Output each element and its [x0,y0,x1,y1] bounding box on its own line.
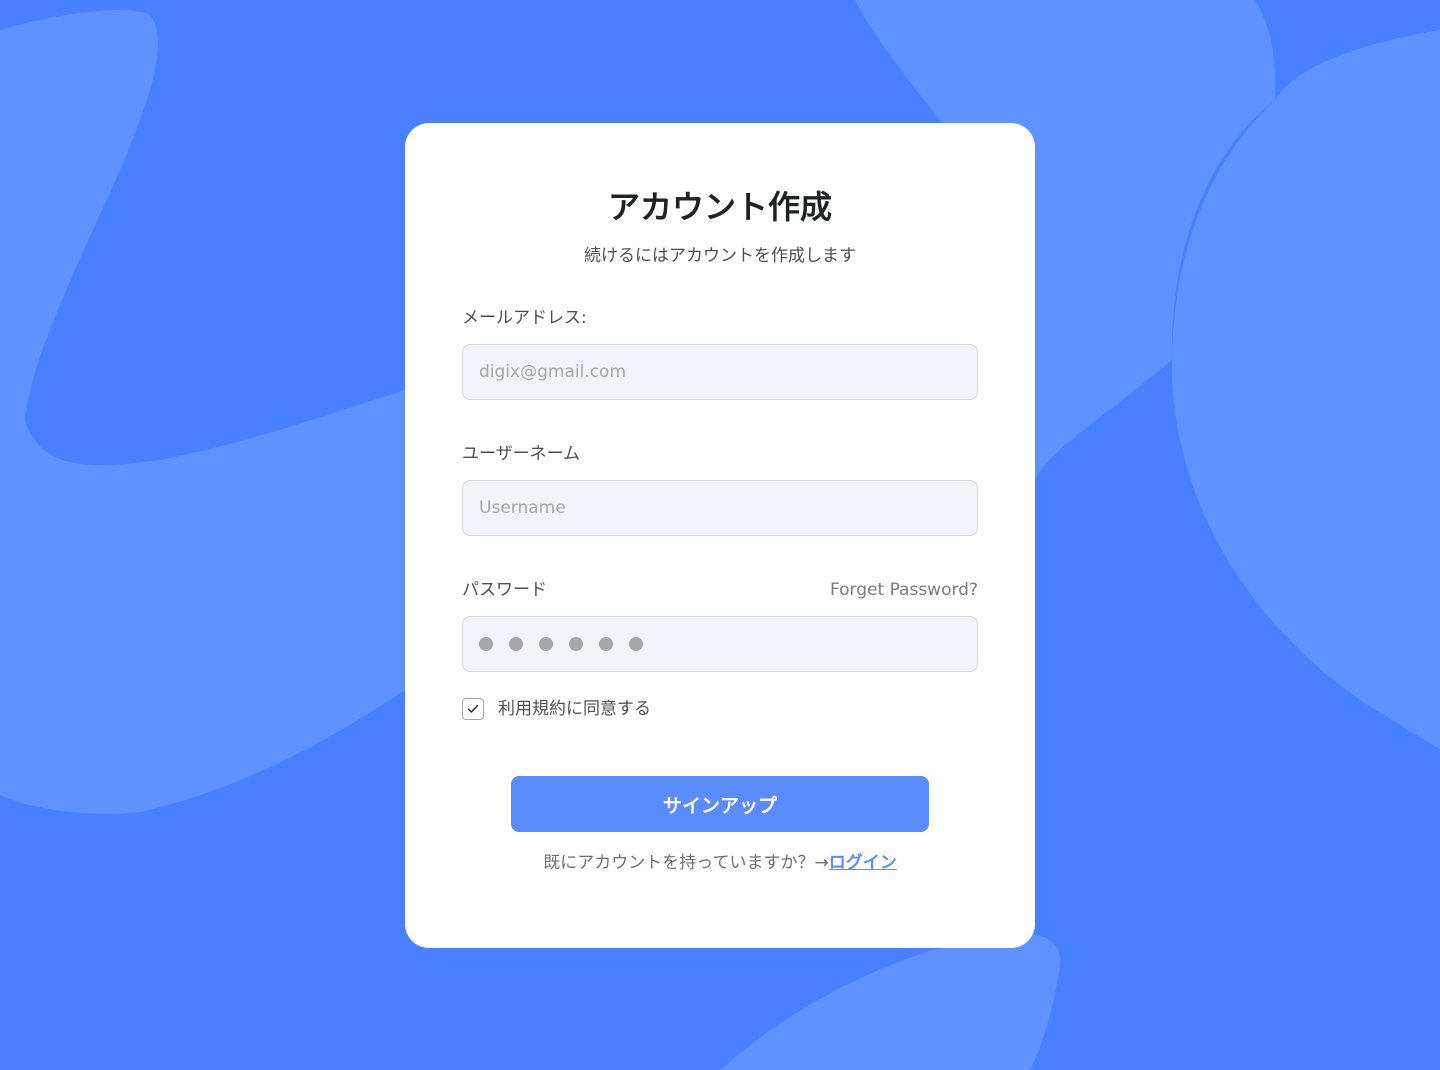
check-icon [467,704,479,713]
signup-button[interactable]: サインアップ [511,776,929,832]
background-shape-bottom [720,933,1061,1070]
email-input[interactable] [462,344,978,400]
terms-checkbox[interactable] [462,698,484,720]
signup-card: アカウント作成 続けるにはアカウントを作成します メールアドレス: ユーザーネー… [405,123,1035,948]
username-input[interactable] [462,480,978,536]
forgot-password-link[interactable]: Forget Password? [830,577,978,603]
dot-icon [509,637,523,651]
login-prompt-text: 既にアカウントを持っていますか？→ [543,853,829,873]
dot-icon [629,637,643,651]
background-shape-left [0,10,405,814]
username-label: ユーザーネーム [462,444,581,464]
dot-icon [599,637,613,651]
terms-row: 利用規約に同意する [462,697,651,721]
dot-icon [479,637,493,651]
password-input[interactable] [462,616,978,672]
page-subtitle: 続けるにはアカウントを作成します [584,246,856,266]
login-link[interactable]: ログイン [829,853,897,873]
terms-label: 利用規約に同意する [498,699,651,719]
page-title: アカウント作成 [607,188,832,226]
password-label: パスワード [462,580,547,600]
login-prompt: 既にアカウントを持っていますか？→ログイン [405,850,1035,876]
dot-icon [539,637,553,651]
email-label: メールアドレス: [462,308,587,328]
dot-icon [569,637,583,651]
